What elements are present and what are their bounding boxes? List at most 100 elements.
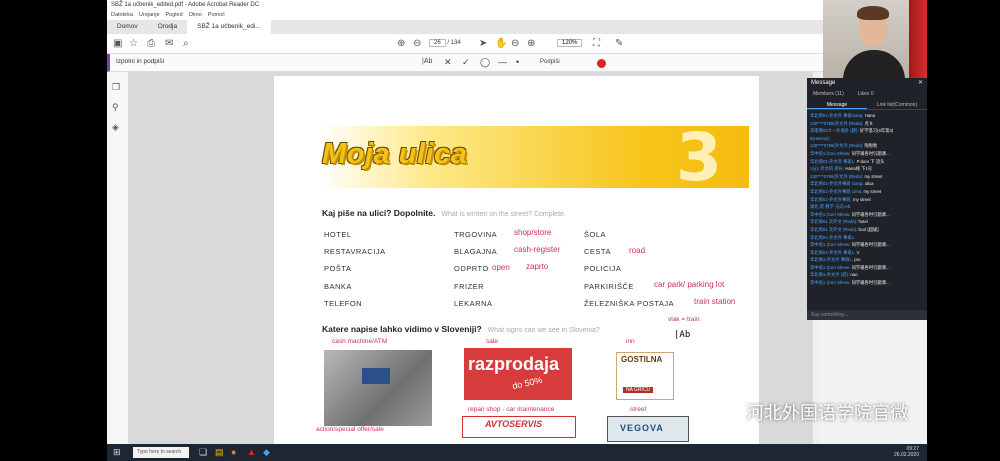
annotation-cash: cash-register	[514, 245, 561, 254]
page-down-icon[interactable]: ⊖	[413, 38, 421, 49]
message-item: 5(Helena):	[810, 135, 924, 143]
right-black-border	[927, 0, 1000, 461]
page-up-icon[interactable]: ⊕	[397, 38, 405, 49]
watermark: 河北外国语学院官微	[718, 396, 958, 428]
message-item: 华北倚1-外文外 (班): nao	[810, 271, 924, 279]
firefox-icon[interactable]: ●	[231, 447, 236, 457]
page-number-input[interactable]: 26	[429, 39, 446, 47]
zoom-in-icon[interactable]: ⊕	[527, 38, 535, 49]
taskbar-search[interactable]: Type here to search	[133, 447, 189, 458]
chapter-title: Moja ulica	[322, 138, 468, 170]
message-sender: 华北倚01-外文外 事班L:	[810, 249, 856, 255]
circle-icon[interactable]: ◯	[480, 57, 490, 68]
message-sender: 华中倍1 (Ceri Shrew:	[810, 280, 851, 286]
menu-bar: Datoteka Urejanje Pogled Okno Pomoč	[107, 10, 927, 20]
message-sender: 华北倚1-外文外 (班):	[810, 272, 850, 278]
layers-icon[interactable]: ◈	[112, 122, 119, 133]
word-item: LEKARNA	[454, 299, 493, 308]
close-icon[interactable]: ✕	[918, 79, 923, 86]
word-item: ODPRTO	[454, 264, 489, 273]
avtoservis-text: AVTOSERVIS	[485, 419, 543, 429]
search-icon[interactable]: ⌕	[183, 38, 189, 49]
annotation-cash-machine: cash machine/ATM	[332, 338, 388, 345]
menu-item-view[interactable]: Pogled	[166, 10, 183, 20]
line-icon[interactable]: —	[498, 57, 507, 67]
message-sender: 华中倍1 (Ceri Shrew:	[810, 264, 851, 270]
cross-icon[interactable]: ✕	[444, 57, 452, 68]
word-item: TELEFON	[324, 299, 363, 308]
main-toolbar: ▣ ☆ ⎙ ✉ ⌕ ⊕ ⊖ 26 / 134 ➤ ✋ ⊖ ⊕ 120% ⛶ ✎	[107, 34, 927, 54]
taskbar: ⊞ Type here to search ❏ ▤ ● ▲ ◆ 09:27 26…	[107, 444, 927, 461]
taskview-icon[interactable]: ❏	[199, 447, 207, 458]
likes-count[interactable]: Likes 0	[858, 88, 874, 100]
message-sender: 华北倚01-外文外 事班Gang:	[810, 113, 864, 118]
message-item: 130****0766(外文外 (Reda): 啦啦啦	[810, 142, 924, 150]
question-2-text: Katere napise lahko vidimo v Sloveniji?	[322, 324, 482, 334]
sign-button[interactable]: Podpiši	[540, 59, 560, 65]
message-text: 同学邀各时引题课...	[851, 264, 890, 270]
menu-item-window[interactable]: Okno	[189, 10, 202, 20]
presenter-body	[843, 50, 905, 80]
folder-icon[interactable]: ▤	[215, 447, 224, 458]
message-sender: 130****0766(外文外 (Reda):	[810, 120, 864, 126]
zoom-out-icon[interactable]: ⊖	[511, 38, 519, 49]
message-sender: 130****0766(外文外 (Reda):	[810, 173, 864, 179]
message-sender: 湖北 的 教学 方向 Ab:	[810, 204, 852, 210]
message-sender: 华北倚01-外文外事班 Gang:	[810, 181, 864, 187]
message-text: ulica	[864, 181, 874, 187]
message-text: my street	[852, 196, 871, 202]
word-item: FRIZER	[454, 282, 485, 291]
message-sender: 5(Helena):	[810, 135, 831, 141]
zoom-level[interactable]: 120%	[557, 39, 583, 47]
message-panel: Message ✕ Members (11) Likes 0 Message L…	[807, 78, 927, 320]
star-icon[interactable]: ☆	[129, 38, 138, 49]
mail-icon[interactable]: ✉	[165, 38, 173, 49]
menu-item-file[interactable]: Datoteka	[111, 10, 133, 20]
tab-link-list[interactable]: Link list(Common)	[867, 100, 927, 109]
sale-sign-image: razprodaja do 50%	[464, 348, 572, 400]
save-icon[interactable]: ▣	[113, 38, 122, 49]
hand-icon[interactable]: ✋	[495, 38, 507, 49]
taskbar-clock: 09:27 26.02.2020	[894, 446, 919, 458]
annotation-vlak: vlak = train	[668, 316, 700, 323]
members-count[interactable]: Members (11)	[813, 88, 844, 100]
acrobat-icon[interactable]: ▲	[247, 447, 256, 457]
message-tabs: Message Link list(Common)	[807, 100, 927, 110]
chapter-number: 3	[676, 119, 722, 196]
word-item: TRGOVINA	[454, 230, 498, 239]
pen-icon[interactable]: ✎	[615, 38, 623, 49]
dot-icon[interactable]: •	[516, 57, 519, 67]
tab-document[interactable]: SBŽ 1a učbenik_edi...	[187, 20, 271, 34]
question-2-en: What signs can we see in Slovenia?	[487, 327, 600, 334]
tab-message[interactable]: Message	[807, 100, 867, 109]
message-text: 同学邀各时引题课...	[851, 280, 890, 286]
message-item: 华中倍1 (Ceri Shrew: 同学邀各时引题课...	[810, 211, 924, 219]
app-icon[interactable]: ◆	[263, 447, 270, 458]
page-total: / 134	[447, 40, 461, 46]
windows-start-icon[interactable]: ⊞	[113, 447, 121, 458]
tab-tools[interactable]: Orodja	[148, 20, 188, 34]
message-text: nao	[850, 272, 858, 278]
text-tool-icon[interactable]: |Ab	[422, 58, 432, 65]
print-icon[interactable]: ⎙	[147, 38, 155, 49]
message-sender: 华中倍1 (Ceri Shrew:	[810, 211, 851, 217]
word-item: HOTEL	[324, 230, 352, 239]
tab-bar: Domov Orodja SBŽ 1a učbenik_edi...	[107, 20, 927, 34]
annotation-inn: inn	[626, 338, 635, 345]
message-input[interactable]: Say something...	[807, 310, 927, 320]
word-item: ŽELEZNIŠKA POSTAJA	[584, 299, 675, 308]
color-picker-dot[interactable]	[597, 59, 606, 68]
attachment-icon[interactable]: ⚲	[112, 102, 119, 113]
menu-item-edit[interactable]: Urejanje	[139, 10, 159, 20]
pages-icon[interactable]: ❐	[112, 82, 120, 93]
cursor-icon[interactable]: ➤	[479, 38, 487, 49]
left-black-border	[0, 0, 107, 461]
message-item: 华北倚01-外文外事班: my street	[810, 196, 924, 204]
message-text: hotel	[858, 219, 868, 225]
annotation-train-station: train station	[694, 297, 736, 306]
tab-home[interactable]: Domov	[107, 20, 148, 34]
fit-page-icon[interactable]: ⛶	[593, 38, 600, 49]
check-icon[interactable]: ✓	[462, 57, 470, 68]
menu-item-help[interactable]: Pomoč	[208, 10, 225, 20]
atm-photo	[324, 350, 432, 426]
